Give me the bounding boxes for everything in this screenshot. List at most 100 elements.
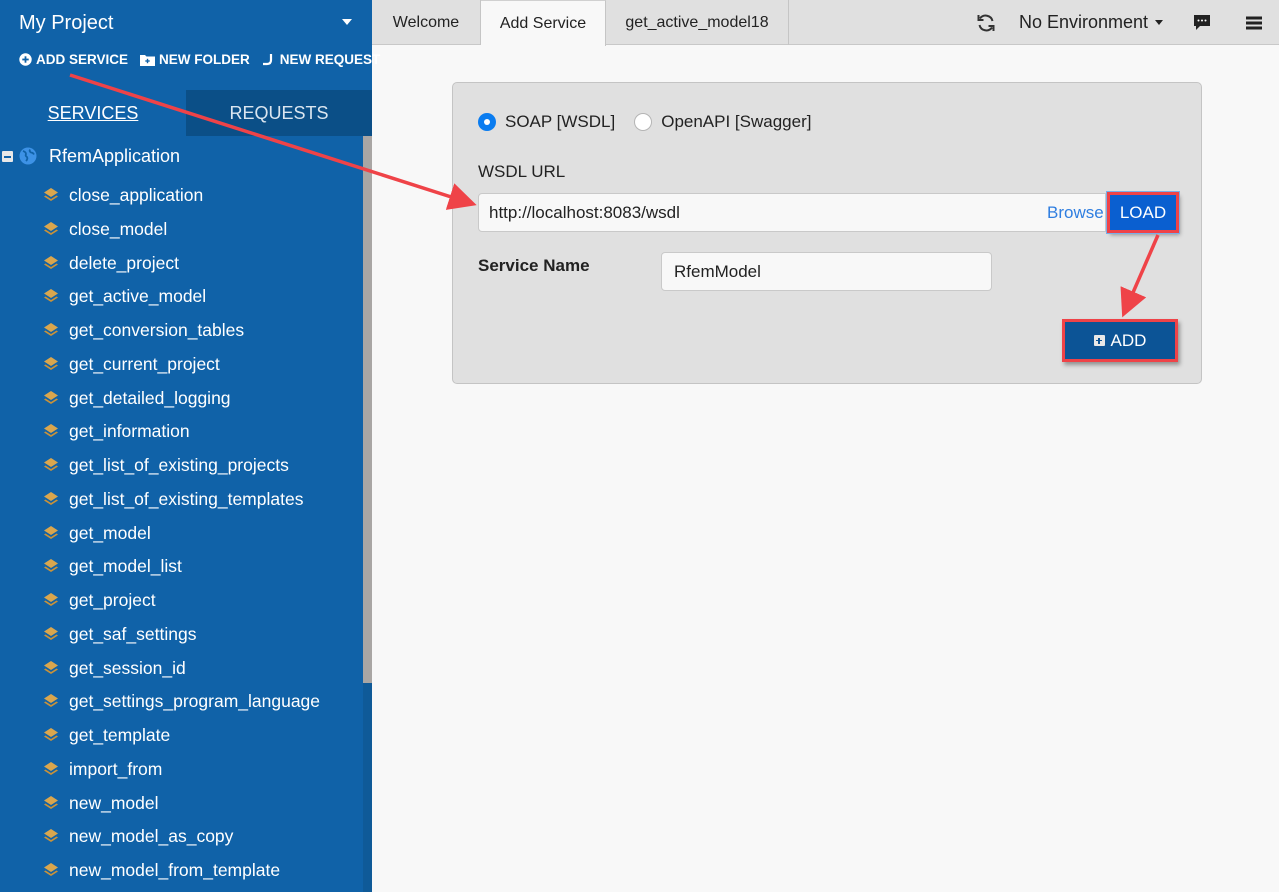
tree-item-label: get_template [69,725,171,745]
layers-icon [44,795,58,809]
add-service-label: ADD SERVICE [36,52,129,67]
tree-item[interactable]: get_project [0,587,363,613]
tree-item[interactable]: get_detailed_logging [0,385,363,411]
layers-icon [44,525,58,539]
collapse-icon[interactable] [2,151,13,162]
service-name-input[interactable]: RfemModel [661,252,992,291]
tree-item-label: get_session_id [69,657,186,678]
new-folder-button[interactable]: NEW FOLDER [140,52,250,67]
tree-item[interactable]: get_information [0,418,363,444]
refresh-button[interactable] [976,0,996,45]
project-title[interactable]: My Project [19,12,113,35]
tree-item[interactable]: close_model [0,216,363,242]
tree-item-label: import_from [69,758,163,779]
tree-item-label: get_project [69,590,156,610]
tree-item-label: get_current_project [69,353,220,374]
service-tree: RfemApplication close_application close_m… [0,136,363,892]
layers-icon [44,458,58,471]
layers-icon [44,761,58,775]
tree-item-label: close_model [69,218,168,239]
tree-item-label: delete_project [69,252,179,273]
sidebar-tabs: SERVICES REQUESTS [0,90,372,136]
hamburger-menu-icon [1246,16,1262,29]
tab-welcome[interactable]: Welcome [372,0,481,45]
layers-icon [44,323,58,336]
environment-label: No Environment [1019,12,1149,32]
layers-icon [44,728,58,741]
radio-soap-label[interactable]: SOAP [WSDL] [505,112,615,132]
layers-icon [44,863,58,876]
feedback-button[interactable] [1193,0,1211,45]
load-button[interactable]: LOAD [1107,192,1179,233]
radio-openapi-label[interactable]: OpenAPI [Swagger] [661,112,811,132]
main-menu-button[interactable] [1246,0,1262,45]
tree-item-label: new_model [69,792,159,813]
new-request-label: NEW REQUEST [279,52,381,67]
tab-services[interactable]: SERVICES [0,90,186,136]
tree-item[interactable]: delete_project [0,250,363,276]
sidebar: My Project ADD SERVICE NEW FOLDER NEW RE… [0,0,380,892]
tree-item-label: get_active_model [69,286,207,307]
protocol-radio-group: SOAP [WSDL] OpenAPI [Swagger] [478,112,830,132]
tree-item[interactable]: get_conversion_tables [0,317,363,343]
tree-item-label: new_model_as_copy [69,826,234,847]
tree-item[interactable]: new_model [0,790,363,816]
project-menu-caret-icon[interactable] [342,19,352,25]
plus-circle-icon [19,53,32,66]
sidebar-actions: ADD SERVICE NEW FOLDER NEW REQUEST [19,52,380,67]
sidebar-header: My Project ADD SERVICE NEW FOLDER NEW RE… [0,0,380,90]
sidebar-scrollbar-thumb[interactable] [363,136,372,683]
add-button-label: ADD [1110,330,1147,350]
layers-icon [44,390,58,404]
tree-item[interactable]: get_template [0,722,363,748]
tree-item[interactable]: get_model_list [0,553,363,579]
tab-get-active-model18[interactable]: get_active_model18 [606,0,789,45]
tree-item[interactable]: close_application [0,182,363,208]
environment-selector[interactable]: No Environment [1019,0,1164,45]
layers-icon [44,289,58,303]
tree-item[interactable]: get_active_model [0,283,363,309]
tree-item-label: get_list_of_existing_projects [69,455,289,475]
tree-item-label: close_application [69,185,204,205]
tree-item-label: get_settings_program_language [69,691,321,712]
plus-square-icon [1093,335,1105,346]
new-request-button[interactable]: NEW REQUEST [262,52,381,67]
tree-item-label: get_conversion_tables [69,320,245,340]
layers-icon [44,491,58,505]
request-icon [262,54,272,66]
service-name-label: Service Name [478,256,590,275]
tree-item[interactable]: get_current_project [0,351,363,377]
tree-item-label: get_model [69,522,151,543]
tab-requests[interactable]: REQUESTS [186,90,372,136]
tree-item[interactable]: new_model_as_copy [0,823,363,849]
browse-link[interactable]: Browse [1047,203,1104,223]
layers-icon [44,255,58,269]
tree-item[interactable]: get_list_of_existing_projects [0,452,363,478]
folder-plus-icon [140,54,156,66]
tree-item[interactable]: get_saf_settings [0,621,363,647]
tree-item[interactable]: get_model [0,520,363,546]
tree-item[interactable]: import_from [0,756,363,782]
chevron-down-icon [1155,20,1164,25]
tree-item-label: get_model_list [69,556,182,577]
layers-icon [44,188,58,201]
layers-icon [44,660,58,674]
add-service-button[interactable]: ADD SERVICE [19,52,128,67]
layers-icon [44,694,58,708]
top-bar: Welcome Add Service get_active_model18 N… [372,0,1279,46]
tree-item[interactable]: get_list_of_existing_templates [0,486,363,512]
wsdl-url-input[interactable]: http://localhost:8083/wsdl [478,193,1106,232]
tab-add-service[interactable]: Add Service [481,0,606,46]
radio-soap[interactable] [478,113,496,131]
add-service-panel: SOAP [WSDL] OpenAPI [Swagger] WSDL URL h… [452,82,1202,384]
layers-icon [44,221,58,235]
tree-root-label: RfemApplication [49,146,181,166]
layers-icon [44,356,58,370]
tree-item[interactable]: new_model_from_template [0,857,363,883]
radio-openapi[interactable] [634,113,653,131]
globe-icon [19,147,37,165]
tree-item[interactable]: get_session_id [0,655,363,681]
tree-item[interactable]: get_settings_program_language [0,688,363,714]
add-button[interactable]: ADD [1062,319,1178,362]
chat-icon [1194,14,1210,30]
